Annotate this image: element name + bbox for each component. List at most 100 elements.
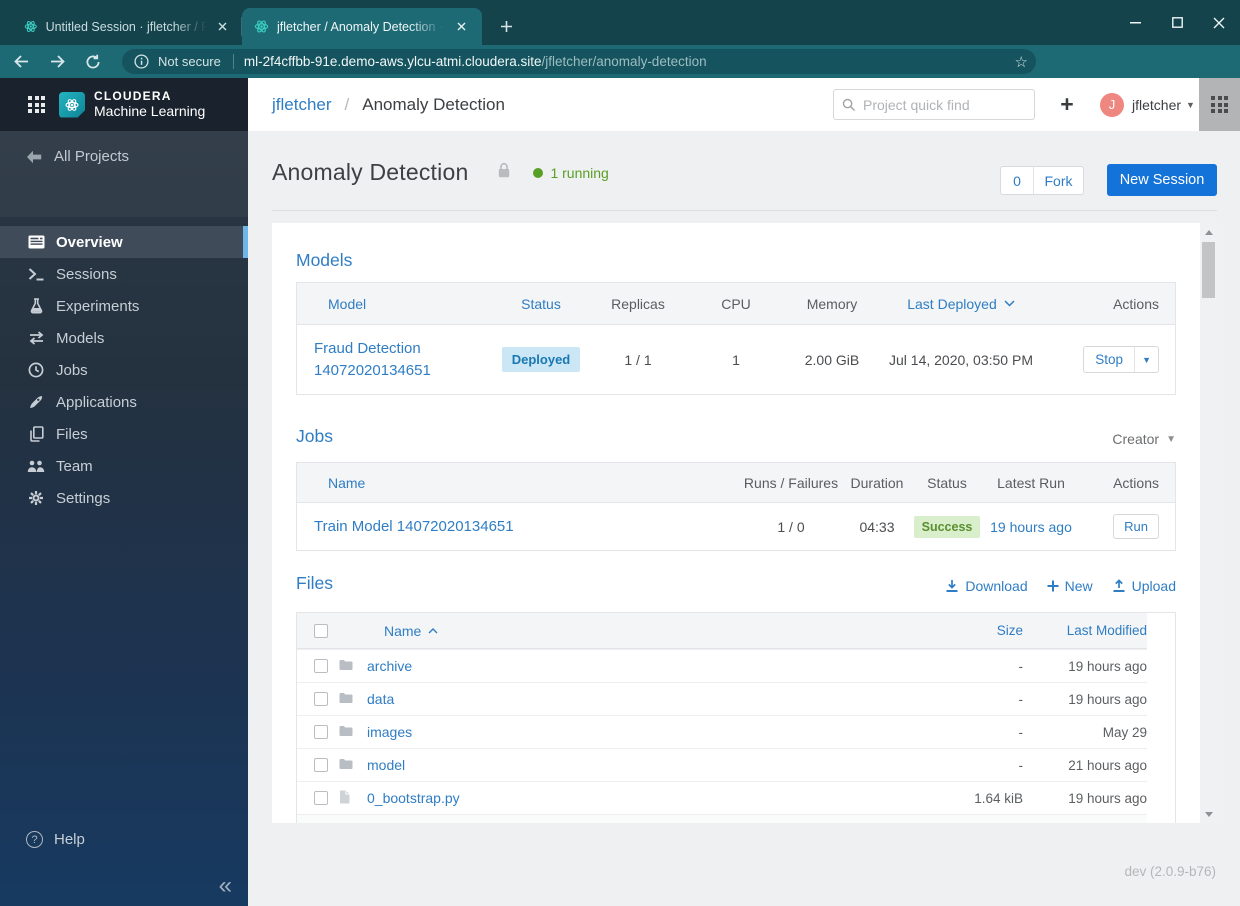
lock-icon (497, 162, 511, 184)
cloudera-ml-logo-icon[interactable] (59, 91, 85, 118)
app-switcher-grid-icon (1211, 96, 1228, 113)
fork-button[interactable]: Fork (1034, 167, 1083, 194)
download-icon (946, 580, 958, 592)
row-checkbox[interactable] (314, 725, 328, 739)
reload-icon[interactable] (78, 49, 108, 75)
models-table: Model Status Replicas CPU Memory Last De… (296, 282, 1176, 395)
jobs-col-name[interactable]: Name (297, 463, 741, 502)
row-checkbox[interactable] (314, 659, 328, 673)
stop-dropdown-icon[interactable]: ▼ (1134, 347, 1158, 372)
all-projects-link[interactable]: All Projects (26, 148, 129, 165)
app-switcher-button[interactable] (1199, 78, 1240, 131)
file-link[interactable]: archive (367, 658, 412, 674)
sidebar-item-models[interactable]: Models (0, 322, 248, 354)
sidebar-item-overview[interactable]: Overview (0, 226, 248, 258)
breadcrumb-project: Anomaly Detection (362, 94, 505, 114)
new-tab-button[interactable] (492, 12, 520, 40)
search-icon (842, 98, 856, 111)
files-col-size[interactable]: Size (883, 623, 1023, 638)
browser-tab-inactive[interactable]: Untitled Session · jfletcher / Frau (12, 8, 242, 45)
sidebar-item-label: Experiments (56, 297, 140, 315)
file-link[interactable]: data (367, 691, 394, 707)
file-modified: 19 hours ago (1068, 691, 1147, 707)
scroll-down-icon[interactable] (1200, 807, 1217, 821)
sidebar-top: All Projects (0, 131, 248, 217)
address-bar[interactable]: Not secure ml-2f4cffbb-91e.demo-aws.ylcu… (122, 49, 1036, 74)
jobs-col-latest-run: Latest Run (997, 474, 1065, 491)
stop-split-button: Stop ▼ (1083, 346, 1159, 373)
fork-count-button[interactable]: 0 (1001, 167, 1034, 194)
forward-icon[interactable] (42, 49, 72, 75)
stop-button[interactable]: Stop (1084, 347, 1134, 372)
status-badge: Deployed (501, 347, 581, 372)
search-input[interactable] (863, 96, 1023, 113)
models-col-model[interactable]: Model (297, 283, 501, 324)
add-project-button[interactable]: + (1052, 89, 1082, 120)
rocket-icon (26, 394, 46, 410)
upload-link[interactable]: Upload (1112, 578, 1176, 594)
back-icon[interactable] (6, 49, 36, 75)
scroll-up-icon[interactable] (1200, 225, 1217, 239)
sidebar-collapse-icon[interactable]: « (219, 872, 232, 900)
model-link[interactable]: Fraud Detection 14072020134651 (314, 338, 431, 382)
file-size: - (1018, 757, 1024, 773)
avatar: J (1100, 92, 1124, 117)
models-col-status[interactable]: Status (501, 283, 581, 324)
sidebar-item-label: Models (56, 329, 105, 347)
sidebar-item-label: Overview (56, 233, 123, 251)
tab-title: Untitled Session · jfletcher / Frau (45, 19, 210, 34)
window-maximize-button[interactable] (1156, 0, 1198, 45)
sidebar-item-settings[interactable]: Settings (0, 482, 248, 514)
file-link[interactable]: 0_bootstrap.py (367, 790, 460, 806)
upload-icon (1113, 579, 1125, 592)
sidebar-item-files[interactable]: Files (0, 418, 248, 450)
file-link[interactable]: model (367, 757, 405, 773)
files-table-header: Name Size Last Modified (297, 613, 1147, 649)
browser-tab-active[interactable]: jfletcher / Anomaly Detection · Cl (242, 8, 482, 45)
breadcrumb-user-link[interactable]: jfletcher (272, 95, 332, 115)
latest-run-link[interactable]: 19 hours ago (990, 519, 1072, 535)
run-button[interactable]: Run (1113, 514, 1159, 539)
file-size: - (1018, 724, 1024, 740)
job-link[interactable]: Train Model 14072020134651 (314, 518, 514, 535)
window-close-button[interactable] (1198, 0, 1240, 45)
sidebar-item-team[interactable]: Team (0, 450, 248, 482)
row-checkbox[interactable] (314, 758, 328, 772)
project-quick-find[interactable] (833, 89, 1035, 120)
download-link[interactable]: Download (945, 578, 1028, 594)
file-link[interactable]: images (367, 724, 412, 740)
success-badge: Success (913, 515, 981, 538)
sidebar-item-applications[interactable]: Applications (0, 386, 248, 418)
models-table-header: Model Status Replicas CPU Memory Last De… (297, 283, 1175, 325)
folder-icon (339, 724, 367, 740)
file-modified: May 29 (1102, 724, 1147, 740)
tab-close-icon[interactable] (453, 19, 469, 35)
app-grid-icon[interactable] (28, 96, 45, 113)
help-link[interactable]: ? Help (0, 831, 85, 848)
row-checkbox[interactable] (314, 791, 328, 805)
models-col-memory: Memory (806, 295, 858, 312)
model-actions-cell: Stop ▼ (1035, 325, 1175, 394)
files-copy-icon (26, 426, 46, 442)
models-col-last-deployed[interactable]: Last Deployed (887, 283, 1035, 324)
file-row: model - 21 hours ago (297, 748, 1147, 781)
row-checkbox[interactable] (314, 692, 328, 706)
jobs-filter-dropdown[interactable]: Creator ▼ (1112, 431, 1176, 447)
job-duration-cell: 04:33 (859, 518, 895, 535)
new-session-button[interactable]: New Session (1107, 164, 1217, 196)
scrollbar-thumb[interactable] (1202, 242, 1215, 298)
files-col-modified[interactable]: Last Modified (1023, 623, 1147, 638)
window-minimize-button[interactable] (1114, 0, 1156, 45)
select-all-checkbox[interactable] (314, 623, 328, 638)
site-info-icon[interactable] (134, 54, 149, 69)
sidebar-item-sessions[interactable]: Sessions (0, 258, 248, 290)
sidebar-item-experiments[interactable]: Experiments (0, 290, 248, 322)
sidebar-item-jobs[interactable]: Jobs (0, 354, 248, 386)
bookmark-star-icon[interactable]: ☆ (1015, 53, 1028, 71)
vertical-scrollbar[interactable] (1200, 223, 1217, 823)
model-name-cell: Fraud Detection 14072020134651 (297, 325, 501, 394)
new-file-link[interactable]: New (1047, 578, 1093, 594)
tab-close-icon[interactable] (216, 19, 230, 35)
user-menu[interactable]: J jfletcher ▼ (1100, 89, 1195, 120)
files-col-name[interactable]: Name (384, 623, 883, 639)
